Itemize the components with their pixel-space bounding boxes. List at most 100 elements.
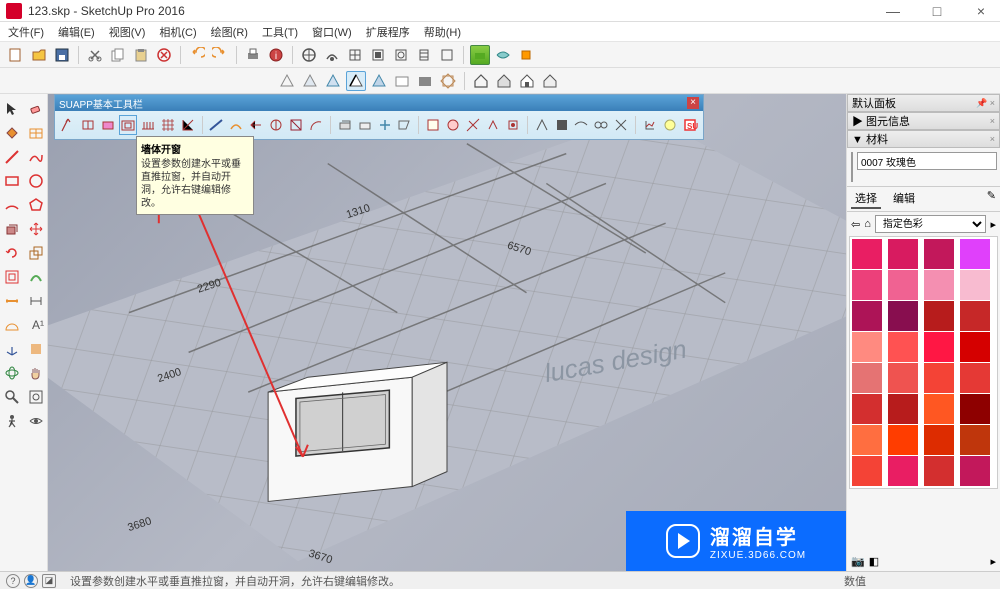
material-swatch[interactable] xyxy=(888,425,918,455)
paint-tool[interactable] xyxy=(1,122,23,144)
extension-2-button[interactable] xyxy=(493,45,513,65)
close-icon[interactable]: × xyxy=(990,116,995,126)
rotate-tool[interactable] xyxy=(1,242,23,264)
view-back-button[interactable] xyxy=(391,45,411,65)
entity-info-header[interactable]: ▶ 图元信息 × xyxy=(847,112,1000,130)
suapp-tool-30[interactable]: SU xyxy=(681,115,699,135)
protractor-tool[interactable] xyxy=(1,314,23,336)
house-back-icon[interactable] xyxy=(517,71,537,91)
sb-icon-2[interactable]: 👤 xyxy=(24,574,38,588)
material-swatch[interactable] xyxy=(888,301,918,331)
house-front-icon[interactable] xyxy=(494,71,514,91)
material-swatch[interactable] xyxy=(852,394,882,424)
component-tool[interactable] xyxy=(25,122,47,144)
extension-1-button[interactable] xyxy=(470,45,490,65)
house-left-icon[interactable] xyxy=(540,71,560,91)
copy-button[interactable] xyxy=(108,45,128,65)
material-swatch[interactable] xyxy=(888,363,918,393)
suapp-tool-5[interactable] xyxy=(139,115,157,135)
3d-viewport[interactable]: 3680 2400 2290 1310 6570 3670 lucas desi… xyxy=(48,94,846,571)
eraser-tool[interactable] xyxy=(25,98,47,120)
window-maximize-button[interactable]: □ xyxy=(924,3,950,19)
material-swatch[interactable] xyxy=(960,332,990,362)
offset-tool[interactable] xyxy=(1,266,23,288)
sb-icon-1[interactable]: ? xyxy=(6,574,20,588)
suapp-tool-12[interactable] xyxy=(287,115,305,135)
materials-select-tab[interactable]: 选择 xyxy=(851,189,881,209)
material-swatch[interactable] xyxy=(960,270,990,300)
material-swatch[interactable] xyxy=(888,270,918,300)
suapp-wall-window-tool[interactable] xyxy=(119,115,137,135)
rectangle-tool[interactable] xyxy=(1,170,23,192)
material-swatch[interactable] xyxy=(852,270,882,300)
material-swatch[interactable] xyxy=(924,363,954,393)
delete-button[interactable] xyxy=(154,45,174,65)
suapp-tool-6[interactable] xyxy=(159,115,177,135)
menu-tools[interactable]: 工具(T) xyxy=(262,24,298,40)
polygon-tool[interactable] xyxy=(25,194,47,216)
suapp-tool-21[interactable] xyxy=(484,115,502,135)
section-tool[interactable] xyxy=(25,338,47,360)
undo-button[interactable] xyxy=(187,45,207,65)
menu-extensions[interactable]: 扩展程序 xyxy=(366,24,410,40)
material-action-2[interactable]: ◧ xyxy=(869,555,879,568)
move-tool[interactable] xyxy=(25,218,47,240)
scale-tool[interactable] xyxy=(25,242,47,264)
material-swatch[interactable] xyxy=(924,301,954,331)
material-swatch[interactable] xyxy=(888,456,918,486)
material-swatch[interactable] xyxy=(852,301,882,331)
material-swatch[interactable] xyxy=(924,270,954,300)
style-3-button[interactable] xyxy=(323,71,343,91)
text-tool[interactable]: A¹ xyxy=(25,314,47,336)
default-panel-header[interactable]: 默认面板 📌 × xyxy=(847,94,1000,112)
pan-tool[interactable] xyxy=(25,362,47,384)
redo-button[interactable] xyxy=(210,45,230,65)
material-swatch[interactable] xyxy=(888,332,918,362)
material-swatch[interactable] xyxy=(960,456,990,486)
suapp-tool-15[interactable] xyxy=(356,115,374,135)
pin-icon[interactable]: 📌 × xyxy=(976,98,995,109)
material-swatch[interactable] xyxy=(924,239,954,269)
view-front-button[interactable] xyxy=(345,45,365,65)
tape-tool[interactable] xyxy=(1,290,23,312)
menu-camera[interactable]: 相机(C) xyxy=(159,24,196,40)
suapp-tool-22[interactable] xyxy=(504,115,522,135)
material-category-select[interactable]: 指定色彩 xyxy=(875,215,987,233)
material-swatch[interactable] xyxy=(924,456,954,486)
suapp-tool-14[interactable] xyxy=(336,115,354,135)
close-icon[interactable]: × xyxy=(990,134,995,144)
window-minimize-button[interactable]: — xyxy=(880,3,906,19)
style-2-button[interactable] xyxy=(300,71,320,91)
new-file-button[interactable] xyxy=(6,45,26,65)
suapp-tool-13[interactable] xyxy=(307,115,325,135)
view-right-button[interactable] xyxy=(368,45,388,65)
suapp-close-button[interactable]: × xyxy=(687,97,699,109)
sb-icon-3[interactable]: ◪ xyxy=(42,574,56,588)
material-swatch[interactable] xyxy=(960,363,990,393)
walk-tool[interactable] xyxy=(1,410,23,432)
suapp-tool-26[interactable] xyxy=(592,115,610,135)
detail-icon[interactable]: ▸ xyxy=(990,218,996,231)
style-1-button[interactable] xyxy=(277,71,297,91)
material-swatch[interactable] xyxy=(852,363,882,393)
window-close-button[interactable]: × xyxy=(968,3,994,19)
followme-tool[interactable] xyxy=(25,266,47,288)
view-iso-button[interactable] xyxy=(299,45,319,65)
arc-tool[interactable] xyxy=(1,194,23,216)
suapp-tool-17[interactable] xyxy=(396,115,414,135)
suapp-tool-8[interactable] xyxy=(207,115,225,135)
menu-file[interactable]: 文件(F) xyxy=(8,24,44,40)
material-swatch[interactable] xyxy=(960,239,990,269)
material-swatch[interactable] xyxy=(960,301,990,331)
material-swatch[interactable] xyxy=(960,425,990,455)
suapp-tool-24[interactable] xyxy=(553,115,571,135)
suapp-tool-16[interactable] xyxy=(376,115,394,135)
material-swatch[interactable] xyxy=(924,332,954,362)
paste-button[interactable] xyxy=(131,45,151,65)
style-6-button[interactable] xyxy=(392,71,412,91)
circle-tool[interactable] xyxy=(25,170,47,192)
pushpull-tool[interactable] xyxy=(1,218,23,240)
style-8-button[interactable] xyxy=(438,71,458,91)
dimension-tool[interactable] xyxy=(25,290,47,312)
suapp-tool-18[interactable] xyxy=(424,115,442,135)
